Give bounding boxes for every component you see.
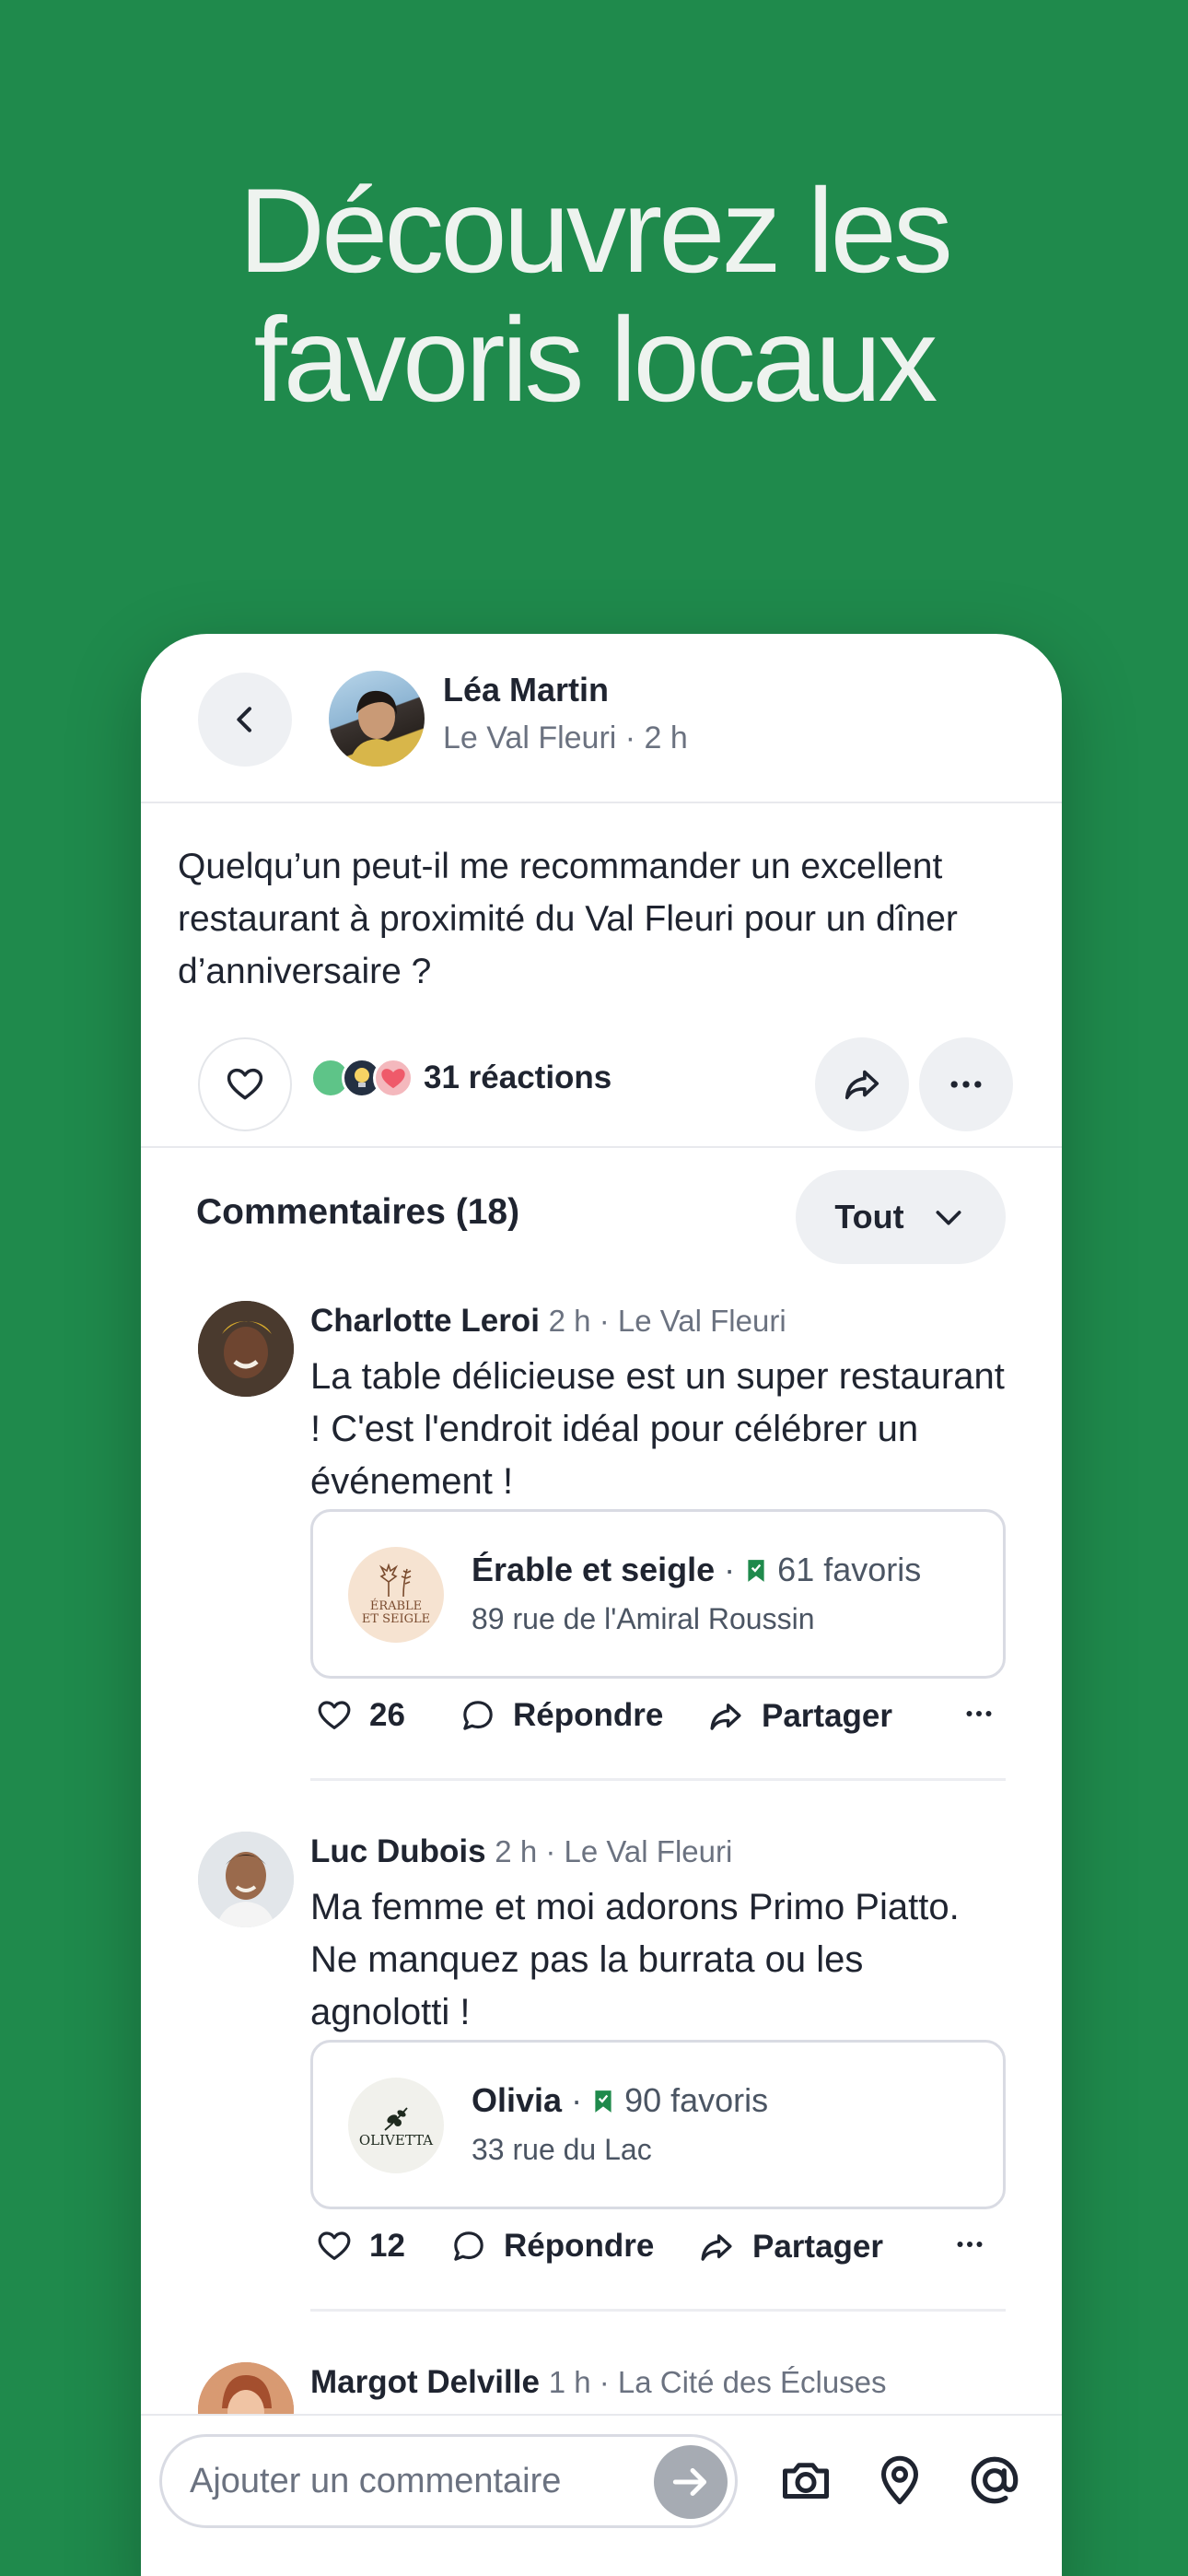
like-count: 26 xyxy=(369,1697,405,1733)
heart-icon xyxy=(318,2231,351,2260)
comment-more-button[interactable] xyxy=(962,1697,996,1730)
person-photo xyxy=(198,1301,294,1397)
camera-button[interactable] xyxy=(776,2451,835,2510)
reaction-icons[interactable] xyxy=(310,1058,413,1100)
share-comment-button[interactable]: Partager xyxy=(697,2228,883,2266)
comment-meta: 2 h · Le Val Fleuri xyxy=(548,1304,786,1338)
reply-label: Répondre xyxy=(513,1697,664,1733)
commenter-name[interactable]: Charlotte Leroi 2 h · Le Val Fleuri xyxy=(310,1303,786,1340)
like-post-button[interactable] xyxy=(198,1037,292,1131)
author-name[interactable]: Léa Martin xyxy=(443,671,609,709)
place-address: 89 rue de l'Amiral Roussin xyxy=(472,1602,815,1635)
maple-leaf-icon xyxy=(379,1563,412,1598)
like-comment-button[interactable]: 26 xyxy=(316,1697,405,1734)
divider xyxy=(310,2309,1006,2312)
heart-icon xyxy=(318,1701,351,1729)
place-favorites: 61 favoris xyxy=(777,1551,922,1588)
place-name-line: Érable et seigle · 61 favoris xyxy=(472,1551,922,1588)
hero-line-1: Découvrez les xyxy=(239,163,953,298)
divider xyxy=(141,1146,1062,1148)
comment-meta: 2 h · Le Val Fleuri xyxy=(495,1834,733,1868)
place-card[interactable]: OLIVETTA Olivia · 90 favoris 33 rue du L… xyxy=(310,2040,1006,2209)
comment-input[interactable]: Ajouter un commentaire xyxy=(159,2434,738,2528)
post-body: Quelqu’un peut-il me recommander un exce… xyxy=(178,847,958,991)
more-icon xyxy=(966,1711,992,1716)
comment-more-button[interactable] xyxy=(953,2228,986,2261)
chevron-down-icon xyxy=(936,1211,961,1225)
divider xyxy=(310,1778,1006,1781)
person-photo xyxy=(198,1832,294,1927)
place-card[interactable]: ÉRABLE ET SEIGLE Érable et seigle · 61 f… xyxy=(310,1509,1006,1679)
place-name: Érable et seigle xyxy=(472,1551,716,1588)
back-button[interactable] xyxy=(198,673,292,767)
place-favorites: 90 favoris xyxy=(624,2081,769,2119)
hero-line-2: favoris locaux xyxy=(253,292,938,427)
commenter-avatar[interactable] xyxy=(198,1832,294,1927)
send-button[interactable] xyxy=(654,2445,728,2519)
chevron-left-icon xyxy=(237,707,251,732)
arrow-right-icon xyxy=(672,2468,707,2496)
place-logo-text: ÉRABLE xyxy=(369,1599,423,1613)
at-icon xyxy=(971,2456,1019,2504)
heart-reaction-icon xyxy=(373,1058,413,1098)
commenter-avatar[interactable] xyxy=(198,1301,294,1397)
place-address: 33 rue du Lac xyxy=(472,2133,652,2166)
reply-button[interactable]: Répondre xyxy=(450,2228,654,2265)
comments-filter-dropdown[interactable]: Tout xyxy=(796,1170,1006,1264)
comment-icon xyxy=(454,2231,483,2261)
place-logo-text-2: ET SEIGLE xyxy=(361,1612,431,1626)
comment-meta: 1 h · La Cité des Écluses xyxy=(548,2365,887,2399)
author-avatar[interactable] xyxy=(329,671,425,767)
more-icon xyxy=(950,1081,982,1088)
commenter-name-text: Luc Dubois xyxy=(310,1833,486,1869)
commenter-name[interactable]: Luc Dubois 2 h · Le Val Fleuri xyxy=(310,1833,732,1870)
heart-icon xyxy=(227,1068,263,1100)
author-meta: Le Val Fleuri · 2 h xyxy=(443,720,688,755)
place-logo-text: OLIVETTA xyxy=(358,2132,434,2149)
person-photo xyxy=(349,690,406,767)
post-card: Léa Martin Le Val Fleuri · 2 h Quelqu’un… xyxy=(141,634,1062,2576)
comment-actions: 26 Répondre Partager xyxy=(310,1697,1010,1752)
post-header: Léa Martin Le Val Fleuri · 2 h xyxy=(141,634,1062,803)
commenter-name-text: Charlotte Leroi xyxy=(310,1303,540,1339)
olive-branch-icon xyxy=(384,2107,408,2131)
comment-input-placeholder: Ajouter un commentaire xyxy=(190,2461,562,2500)
place-name: Olivia xyxy=(472,2081,563,2119)
camera-icon xyxy=(783,2463,829,2499)
share-post-button[interactable] xyxy=(815,1037,909,1131)
mention-button[interactable] xyxy=(965,2451,1024,2510)
more-options-button[interactable] xyxy=(919,1037,1013,1131)
place-name-line: Olivia · 90 favoris xyxy=(472,2081,769,2119)
share-comment-button[interactable]: Partager xyxy=(706,1697,892,1736)
comment-actions: 12 Répondre Partager xyxy=(310,2228,1010,2283)
location-button[interactable] xyxy=(870,2451,929,2510)
reply-label: Répondre xyxy=(504,2228,655,2264)
filter-label: Tout xyxy=(834,1198,904,1235)
bookmark-icon xyxy=(748,1560,764,1582)
share-icon xyxy=(710,1704,741,1730)
reply-button[interactable]: Répondre xyxy=(460,1697,663,1734)
share-label: Partager xyxy=(752,2229,884,2265)
hero-title: Découvrez les favoris locaux xyxy=(0,166,1188,424)
commenter-name[interactable]: Margot Delville 1 h · La Cité des Écluse… xyxy=(310,2364,887,2401)
comment-icon xyxy=(463,1701,493,1730)
share-label: Partager xyxy=(762,1698,893,1734)
comment-text: Ma femme et moi adorons Primo Piatto. Ne… xyxy=(310,1887,960,2032)
like-count: 12 xyxy=(369,2228,405,2264)
place-logo: ÉRABLE ET SEIGLE xyxy=(348,1547,444,1643)
like-comment-button[interactable]: 12 xyxy=(316,2228,405,2265)
bookmark-icon xyxy=(595,2090,611,2113)
place-logo: OLIVETTA xyxy=(348,2078,444,2173)
commenter-name-text: Margot Delville xyxy=(310,2364,540,2400)
comment-composer: Ajouter un commentaire xyxy=(141,2414,1062,2576)
location-pin-icon xyxy=(881,2455,918,2505)
share-icon xyxy=(844,1070,879,1100)
share-icon xyxy=(701,2234,732,2261)
reactions-count[interactable]: 31 réactions xyxy=(424,1060,611,1096)
comment-text: La table délicieuse est un super restaur… xyxy=(310,1356,1005,1502)
more-icon xyxy=(957,2242,983,2247)
comments-title: Commentaires (18) xyxy=(196,1192,520,1232)
